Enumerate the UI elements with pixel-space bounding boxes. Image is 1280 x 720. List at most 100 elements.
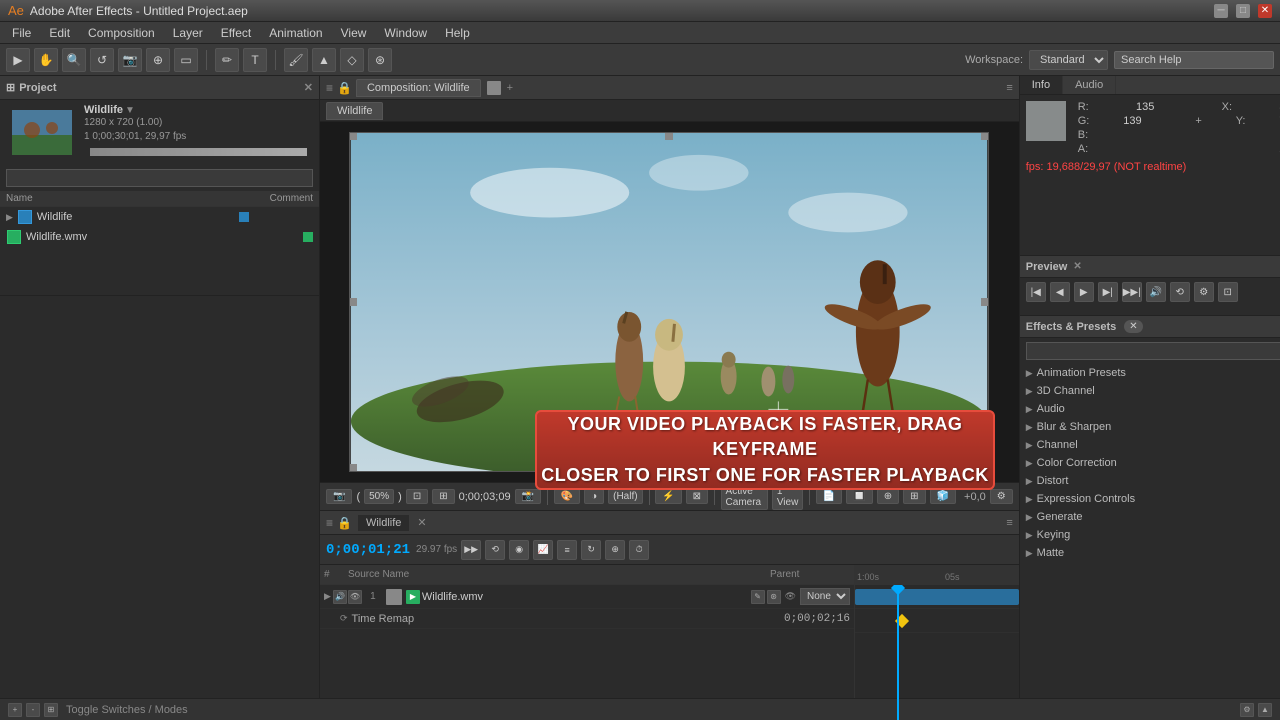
composition-tab[interactable]: Composition: Wildlife: [356, 79, 481, 97]
comp-tab-add[interactable]: +: [507, 82, 513, 94]
info-tab-info[interactable]: Info: [1020, 76, 1063, 94]
preview-audio-btn[interactable]: 🔊: [1146, 282, 1166, 302]
timeline-ruler[interactable]: 1:00s 05s 10s 15s 20s 25s 30s: [855, 565, 1019, 585]
effect-category-color-correction[interactable]: ▶ Color Correction: [1020, 454, 1280, 472]
effect-category-generate[interactable]: ▶ Generate: [1020, 508, 1280, 526]
effect-category-expression[interactable]: ▶ Expression Controls: [1020, 490, 1280, 508]
tool-zoom[interactable]: 🔍: [62, 48, 86, 72]
tl-time-btn[interactable]: ⏱: [629, 540, 649, 560]
menu-composition[interactable]: Composition: [80, 24, 163, 42]
timeline-tab-close[interactable]: ✕: [417, 516, 426, 529]
show-mask-btn[interactable]: 🔲: [846, 489, 872, 504]
menu-window[interactable]: Window: [376, 24, 435, 42]
effect-category-keying[interactable]: ▶ Keying: [1020, 526, 1280, 544]
project-item-wildlife-wmv[interactable]: Wildlife.wmv: [0, 227, 319, 247]
tool-camera[interactable]: 📷: [118, 48, 142, 72]
tl-loop-btn[interactable]: ⟲: [485, 540, 505, 560]
effect-category-animation-presets[interactable]: ▶ Animation Presets: [1020, 364, 1280, 382]
effect-category-matte[interactable]: ▶ Matte: [1020, 544, 1280, 562]
tool-brush[interactable]: 🖌: [284, 48, 308, 72]
comp-panel-menu[interactable]: ≡: [1006, 82, 1012, 94]
preview-end-btn[interactable]: ▶▶|: [1122, 282, 1142, 302]
layer-row-1[interactable]: ▶ 🔊 👁 1 ▶ Wildlife.wmv ✎ ⊛ 👁: [320, 585, 854, 609]
menu-layer[interactable]: Layer: [165, 24, 211, 42]
tool-mask[interactable]: ▭: [174, 48, 198, 72]
tool-select[interactable]: ▶: [6, 48, 30, 72]
tl-playback-btn[interactable]: ▶▶: [461, 540, 481, 560]
show-layer-btn[interactable]: 📄: [816, 489, 842, 504]
menu-effect[interactable]: Effect: [213, 24, 259, 42]
viewer-tab[interactable]: Wildlife: [326, 102, 383, 120]
fast-preview-btn[interactable]: ⚡: [655, 489, 681, 504]
tool-eraser[interactable]: ◇: [340, 48, 364, 72]
snapshot-btn[interactable]: 📷: [326, 489, 352, 504]
statusbar-btn2[interactable]: -: [26, 703, 40, 717]
comp-settings-btn[interactable]: ⚙: [990, 489, 1013, 504]
layer-expand-icon[interactable]: ▶: [324, 591, 331, 602]
menu-file[interactable]: File: [4, 24, 39, 42]
preview-play-btn[interactable]: ▶: [1074, 282, 1094, 302]
tool-stamp[interactable]: ▲: [312, 48, 336, 72]
show-handle-btn[interactable]: ⊕: [877, 489, 899, 504]
tool-pan[interactable]: ⊕: [146, 48, 170, 72]
statusbar-btn3[interactable]: ⊞: [44, 703, 58, 717]
preview-settings-btn[interactable]: ⚙: [1194, 282, 1214, 302]
alpha-btn[interactable]: ◑: [584, 489, 604, 504]
transparency-btn[interactable]: ⊠: [686, 489, 708, 504]
statusbar-settings-icon[interactable]: ⚙: [1240, 703, 1254, 717]
statusbar-btn1[interactable]: +: [8, 703, 22, 717]
effect-category-blur[interactable]: ▶ Blur & Sharpen: [1020, 418, 1280, 436]
comp-tab-icon[interactable]: [487, 81, 501, 95]
workspace-select[interactable]: Standard: [1029, 50, 1108, 70]
effect-category-channel[interactable]: ▶ Channel: [1020, 436, 1280, 454]
tool-pen[interactable]: ✏: [215, 48, 239, 72]
layer-edit-icon[interactable]: ✎: [751, 590, 765, 604]
preview-loop-btn[interactable]: ⟲: [1170, 282, 1190, 302]
info-tab-audio[interactable]: Audio: [1063, 76, 1116, 94]
tool-hand[interactable]: ✋: [34, 48, 58, 72]
tl-graph-btn[interactable]: 📈: [533, 540, 553, 560]
preview-prev-frame-btn[interactable]: ◀: [1050, 282, 1070, 302]
timeline-panel-menu[interactable]: ≡: [1006, 517, 1012, 529]
search-input[interactable]: [1114, 51, 1274, 69]
tl-layer-btn[interactable]: ≡: [557, 540, 577, 560]
color-btn[interactable]: 🎨: [554, 489, 580, 504]
still-btn[interactable]: 📸: [515, 489, 541, 504]
layer-video-icon[interactable]: 👁: [348, 590, 362, 604]
menu-help[interactable]: Help: [437, 24, 478, 42]
tool-text[interactable]: T: [243, 48, 267, 72]
keyframe-1[interactable]: [895, 614, 909, 628]
layer-audio-icon[interactable]: 🔊: [333, 590, 347, 604]
preview-fullscreen-btn[interactable]: ⊡: [1218, 282, 1238, 302]
tl-parent-btn[interactable]: ⊕: [605, 540, 625, 560]
effect-category-3d-channel[interactable]: ▶ 3D Channel: [1020, 382, 1280, 400]
quality-dropdown[interactable]: (Half): [608, 489, 642, 504]
project-panel-close[interactable]: ✕: [304, 81, 313, 94]
preview-start-btn[interactable]: |◀: [1026, 282, 1046, 302]
effect-category-distort[interactable]: ▶ Distort: [1020, 472, 1280, 490]
grid-btn[interactable]: ⊞: [432, 489, 454, 504]
show-3d-btn[interactable]: 🧊: [930, 489, 956, 504]
tl-solo-btn[interactable]: ◉: [509, 540, 529, 560]
tool-puppet[interactable]: ⊛: [368, 48, 392, 72]
tool-rotate[interactable]: ↺: [90, 48, 114, 72]
layer-parent-select[interactable]: None: [800, 588, 850, 605]
maximize-button[interactable]: □: [1236, 4, 1250, 18]
close-button[interactable]: ✕: [1258, 4, 1272, 18]
menu-view[interactable]: View: [333, 24, 375, 42]
project-item-wildlife-comp[interactable]: ▶ Wildlife: [0, 207, 319, 227]
effects-close-badge[interactable]: ✕: [1124, 320, 1142, 333]
zoom-dropdown[interactable]: 50%: [364, 489, 394, 504]
statusbar-up-icon[interactable]: ▲: [1258, 703, 1272, 717]
menu-animation[interactable]: Animation: [261, 24, 330, 42]
layer-effect-icon[interactable]: ⊛: [767, 590, 781, 604]
show-grid-btn[interactable]: ⊞: [903, 489, 925, 504]
minimize-button[interactable]: ─: [1214, 4, 1228, 18]
effect-category-audio[interactable]: ▶ Audio: [1020, 400, 1280, 418]
timeline-tab-wildlife[interactable]: Wildlife: [358, 515, 409, 531]
layer-visible-icon[interactable]: 👁: [785, 591, 796, 602]
effects-search-input[interactable]: [1026, 342, 1280, 360]
fit-btn[interactable]: ⊡: [406, 489, 428, 504]
menu-edit[interactable]: Edit: [41, 24, 78, 42]
tl-refresh-btn[interactable]: ↻: [581, 540, 601, 560]
